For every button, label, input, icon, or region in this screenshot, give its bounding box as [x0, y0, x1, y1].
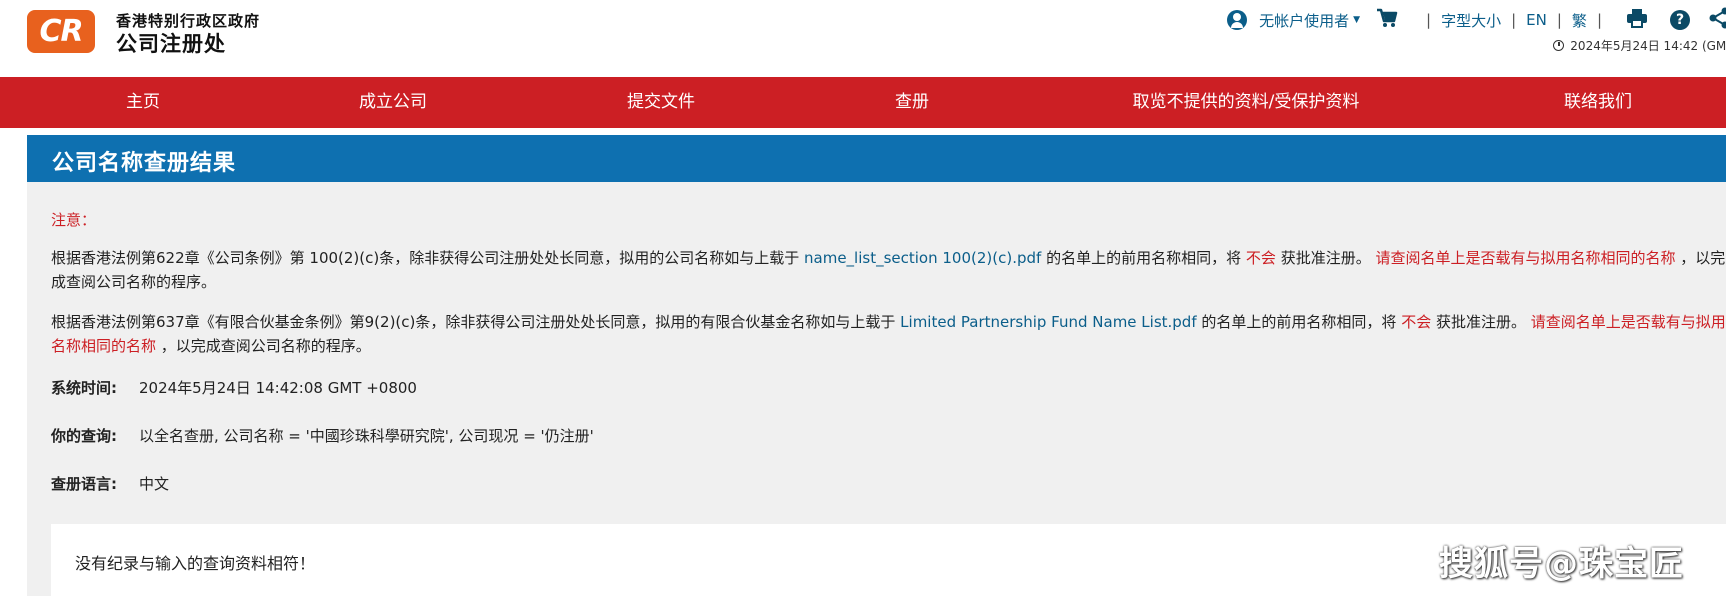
- system-time-value: 2024年5月24日 14:42:08 GMT +0800: [139, 379, 417, 397]
- system-time-label: 系统时间:: [51, 379, 117, 397]
- share-icon[interactable]: [1708, 7, 1726, 33]
- nav-item-home[interactable]: 主页: [126, 77, 160, 128]
- divider: |: [1596, 11, 1602, 29]
- top-toolbar: 无帐户使用者 ▼ | 字型大小 | EN | 繁 | ?: [1227, 7, 1726, 33]
- current-datetime: 2024年5月24日 14:42 (GMT+8): [1553, 37, 1726, 54]
- datetime-text: 2024年5月24日 14:42 (GMT+8): [1570, 39, 1726, 53]
- divider: |: [1511, 11, 1517, 29]
- para1-not-word: 不会: [1245, 249, 1276, 267]
- lang-en-link[interactable]: EN: [1526, 11, 1547, 29]
- name-list-pdf-link[interactable]: name_list_section 100(2)(c).pdf: [804, 249, 1041, 267]
- para2-text-before: 根据香港法例第637章《有限合伙基金条例》第9(2)(c)条，除非获得公司注册处…: [51, 313, 896, 331]
- nav-item-incorporate[interactable]: 成立公司: [359, 77, 427, 128]
- para2-not-word: 不会: [1401, 313, 1432, 331]
- site-header: CR 香港特别行政区政府 公司注册处 无帐户使用者 ▼ | 字型大小 | EN …: [0, 0, 1726, 76]
- divider: |: [1556, 11, 1562, 29]
- user-label: 无帐户使用者: [1259, 11, 1350, 30]
- para2-text-after: 获批准注册。: [1436, 313, 1527, 331]
- cr-logo[interactable]: CR: [27, 10, 95, 53]
- lang-trad-link[interactable]: 繁: [1572, 10, 1587, 31]
- nav-item-contact[interactable]: 联络我们: [1564, 77, 1632, 128]
- query-value: 以全名查册, 公司名称 = '中國珍珠科學研究院', 公司现况 = '仍注册': [139, 427, 594, 445]
- nav-item-protected-info[interactable]: 取览不提供的资料/受保护资料: [1133, 77, 1360, 128]
- user-icon: [1227, 10, 1248, 30]
- result-panel: 公司名称查册结果 注意： 根据香港法例第622章《公司条例》第 100(2)(c…: [27, 135, 1726, 596]
- divider: |: [1426, 11, 1432, 29]
- clock-icon: [1553, 40, 1565, 51]
- panel-title-bar: 公司名称查册结果: [27, 135, 1726, 182]
- org-name-line2[interactable]: 公司注册处: [116, 28, 226, 58]
- para1-check-list-link[interactable]: 请查阅名单上是否载有与拟用名称相同的名称: [1375, 249, 1675, 267]
- main-nav: 主页 成立公司 提交文件 查册 取览不提供的资料/受保护资料 联络我们: [0, 77, 1726, 128]
- notice-paragraph-622: 根据香港法例第622章《公司条例》第 100(2)(c)条，除非获得公司注册处处…: [51, 246, 1726, 294]
- help-icon[interactable]: ?: [1670, 10, 1690, 30]
- lpf-name-list-pdf-link[interactable]: Limited Partnership Fund Name List.pdf: [900, 313, 1196, 331]
- watermark: 搜狐号@珠宝匠: [1439, 544, 1684, 584]
- font-size-link[interactable]: 字型大小: [1441, 10, 1501, 31]
- nav-item-search[interactable]: 查册: [895, 77, 929, 128]
- print-icon[interactable]: [1626, 8, 1648, 32]
- no-record-message: 没有纪录与输入的查询资料相符！: [75, 554, 316, 573]
- cart-icon[interactable]: [1376, 8, 1398, 33]
- para2-text-end: ，以完成查阅公司名称的程序。: [160, 337, 371, 355]
- language-label: 查册语言:: [51, 475, 117, 493]
- nav-item-file-documents[interactable]: 提交文件: [627, 77, 695, 128]
- caret-down-icon: ▼: [1353, 15, 1361, 25]
- para2-text-mid: 的名单上的前用名称相同，将: [1201, 313, 1397, 331]
- para1-text-before: 根据香港法例第622章《公司条例》第 100(2)(c)条，除非获得公司注册处处…: [51, 249, 800, 267]
- notice-label: 注意：: [51, 211, 97, 229]
- page-title: 公司名称查册结果: [52, 151, 237, 176]
- para1-text-after: 获批准注册。: [1280, 249, 1371, 267]
- logo-letters: CR: [39, 14, 83, 49]
- notice-paragraph-637: 根据香港法例第637章《有限合伙基金条例》第9(2)(c)条，除非获得公司注册处…: [51, 310, 1726, 358]
- para1-text-mid: 的名单上的前用名称相同，将: [1046, 249, 1242, 267]
- language-value: 中文: [139, 475, 170, 493]
- user-menu[interactable]: 无帐户使用者 ▼: [1227, 10, 1360, 31]
- query-label: 你的查询:: [51, 427, 117, 445]
